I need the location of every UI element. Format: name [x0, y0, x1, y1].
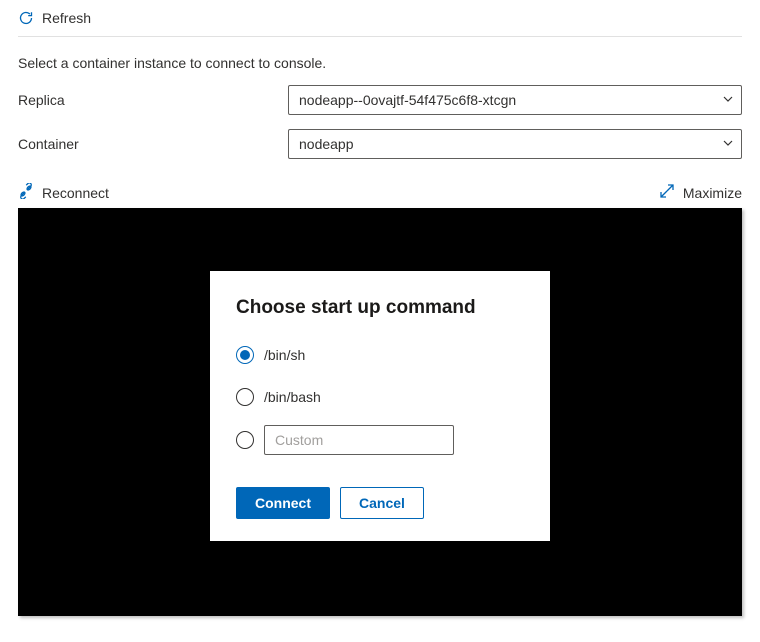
instruction-text: Select a container instance to connect t…: [18, 55, 742, 71]
maximize-icon: [659, 183, 675, 202]
reconnect-label: Reconnect: [42, 185, 109, 201]
startup-command-dialog: Choose start up command /bin/sh /bin/bas…: [210, 271, 550, 541]
dialog-actions: Connect Cancel: [236, 487, 524, 519]
maximize-label: Maximize: [683, 185, 742, 201]
radio-input-custom[interactable]: [236, 431, 254, 449]
refresh-icon[interactable]: [18, 10, 34, 26]
container-select-value: nodeapp: [299, 136, 354, 152]
connect-button[interactable]: Connect: [236, 487, 330, 519]
reconnect-icon: [18, 183, 34, 202]
dialog-title: Choose start up command: [236, 297, 524, 319]
reconnect-button[interactable]: Reconnect: [18, 183, 109, 202]
radio-input-binbash[interactable]: [236, 388, 254, 406]
radio-option-binbash[interactable]: /bin/bash: [236, 383, 524, 411]
console-area: Choose start up command /bin/sh /bin/bas…: [18, 208, 742, 616]
cancel-button[interactable]: Cancel: [340, 487, 424, 519]
replica-select[interactable]: nodeapp--0ovajtf-54f475c6f8-xtcgn: [288, 85, 742, 115]
container-select[interactable]: nodeapp: [288, 129, 742, 159]
radio-label-binsh[interactable]: /bin/sh: [264, 347, 305, 363]
replica-label: Replica: [18, 92, 288, 108]
replica-select-value: nodeapp--0ovajtf-54f475c6f8-xtcgn: [299, 92, 516, 108]
radio-label-binbash[interactable]: /bin/bash: [264, 389, 321, 405]
replica-row: Replica nodeapp--0ovajtf-54f475c6f8-xtcg…: [18, 85, 742, 115]
top-toolbar: Refresh: [18, 10, 742, 37]
custom-command-input[interactable]: [264, 425, 454, 455]
maximize-button[interactable]: Maximize: [659, 183, 742, 202]
radio-option-custom[interactable]: [236, 425, 524, 455]
radio-option-binsh[interactable]: /bin/sh: [236, 341, 524, 369]
radio-input-binsh[interactable]: [236, 346, 254, 364]
refresh-button-label[interactable]: Refresh: [42, 10, 91, 26]
console-toolbar: Reconnect Maximize: [18, 183, 742, 202]
container-row: Container nodeapp: [18, 129, 742, 159]
container-label: Container: [18, 136, 288, 152]
